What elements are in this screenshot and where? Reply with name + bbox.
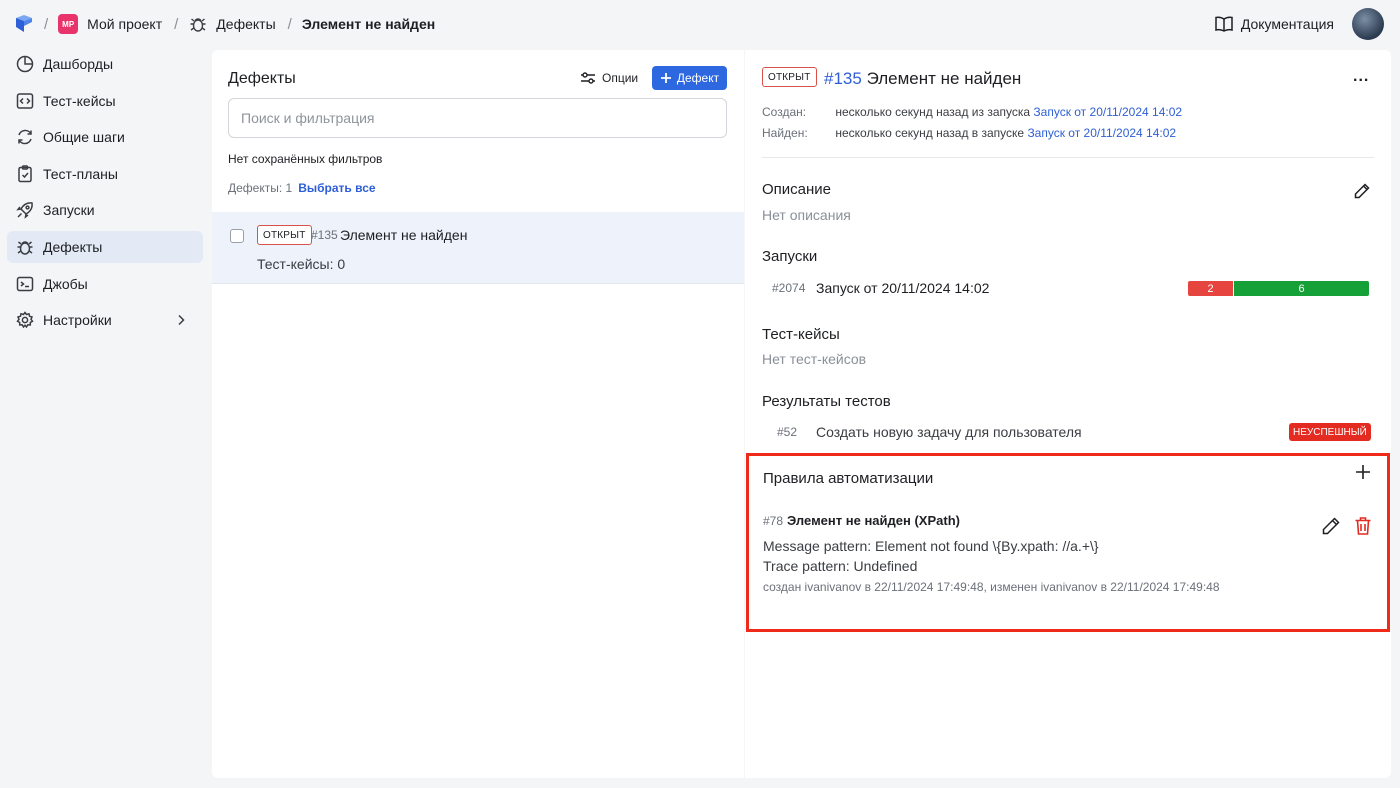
- documentation-label: Документация: [1240, 16, 1334, 32]
- code-icon: [15, 91, 35, 111]
- sidebar-item-label: Тест-кейсы: [43, 92, 116, 109]
- clipboard-icon: [15, 164, 35, 184]
- breadcrumb-defects[interactable]: Дефекты: [216, 16, 275, 32]
- row-checkbox[interactable]: [230, 229, 244, 243]
- saved-filters-empty: Нет сохранённых фильтров: [228, 152, 383, 166]
- terminal-icon: [15, 274, 35, 294]
- select-all-link[interactable]: Выбрать все: [298, 181, 375, 195]
- failed-count: 2: [1188, 281, 1233, 296]
- sidebar-item-label: Общие шаги: [43, 129, 125, 146]
- plus-icon: [660, 73, 671, 83]
- project-badge: MP: [58, 14, 79, 34]
- result-id: #52: [777, 425, 798, 439]
- breadcrumb: / MP Мой проект / Дефекты / Элемент не н…: [44, 0, 447, 48]
- book-icon: [1215, 16, 1233, 32]
- list-item[interactable]: ОТКРЫТ #135 Элемент не найден Тест-кейсы…: [212, 212, 744, 284]
- defect-testcases-count: Тест-кейсы: 0: [257, 256, 346, 272]
- created-meta: Создан: несколько секунд назад из запуск…: [762, 105, 1182, 119]
- sidebar: Дашборды Тест-кейсы Общие шаги Тест-план…: [0, 48, 210, 341]
- rocket-icon: [15, 200, 35, 220]
- chevron-right-icon: [178, 315, 185, 326]
- sidebar-item-settings[interactable]: Настройки: [7, 304, 203, 336]
- sidebar-item-label: Запуски: [43, 202, 95, 219]
- sliders-icon: [581, 72, 595, 84]
- defects-count: Дефекты: 1 Выбрать все: [228, 181, 376, 195]
- new-defect-label: Дефект: [676, 71, 720, 85]
- pencil-icon[interactable]: [1353, 182, 1371, 200]
- sidebar-item-shared-steps[interactable]: Общие шаги: [7, 121, 203, 153]
- passed-count: 6: [1233, 281, 1369, 296]
- breadcrumb-separator: /: [174, 15, 179, 33]
- search-input[interactable]: [228, 98, 727, 138]
- sidebar-item-test-cases[interactable]: Тест-кейсы: [7, 85, 203, 117]
- sidebar-item-jobs[interactable]: Джобы: [7, 268, 203, 300]
- avatar[interactable]: [1352, 8, 1384, 40]
- automation-rules-heading: Правила автоматизации: [763, 470, 934, 487]
- defects-count-label: Дефекты: 1: [228, 181, 293, 195]
- launch-id: #2074: [772, 281, 806, 295]
- new-defect-button[interactable]: Дефект: [652, 66, 727, 90]
- defect-title: Элемент не найден: [340, 227, 468, 243]
- sidebar-item-launches[interactable]: Запуски: [7, 194, 203, 226]
- options-button[interactable]: Опции: [580, 66, 638, 90]
- sidebar-item-label: Дефекты: [43, 238, 103, 255]
- description-empty: Нет описания: [762, 207, 851, 223]
- result-status-badge: НЕУСПЕШНЫЙ: [1289, 423, 1371, 441]
- launch-results-bar[interactable]: 2 6: [1188, 281, 1369, 296]
- refresh-icon: [15, 127, 35, 147]
- breadcrumb-current: Элемент не найден: [301, 16, 436, 32]
- result-title[interactable]: Создать новую задачу для пользователя: [816, 424, 1082, 440]
- status-badge: ОТКРЫТ: [762, 67, 817, 87]
- options-label: Опции: [602, 71, 639, 85]
- list-title: Дефекты: [228, 70, 296, 87]
- created-text: несколько секунд назад из запуска: [835, 105, 1031, 119]
- sidebar-item-label: Джобы: [43, 275, 88, 292]
- description-heading: Описание: [762, 181, 832, 198]
- launches-heading: Запуски: [762, 248, 818, 265]
- sidebar-item-label: Тест-планы: [43, 165, 118, 182]
- found-launch-link[interactable]: Запуск от 20/11/2024 14:02: [1027, 126, 1176, 140]
- pie-chart-icon: [15, 54, 35, 74]
- found-text: несколько секунд назад в запуске: [835, 126, 1025, 140]
- sidebar-item-defects[interactable]: Дефекты: [7, 230, 203, 263]
- sidebar-item-dashboards[interactable]: Дашборды: [7, 48, 203, 80]
- page-title: #135 Элемент не найден: [824, 69, 1021, 89]
- found-meta: Найден: несколько секунд назад в запуске…: [762, 126, 1176, 140]
- rule-trace-pattern: Trace pattern: Undefined: [763, 558, 918, 574]
- bug-icon: [15, 237, 35, 257]
- bug-icon: [188, 14, 208, 34]
- testcases-empty: Нет тест-кейсов: [762, 351, 867, 367]
- sidebar-item-label: Дашборды: [43, 56, 113, 72]
- rule-id: #78: [763, 514, 784, 528]
- results-heading: Результаты тестов: [762, 393, 891, 410]
- documentation-link[interactable]: Документация: [1214, 0, 1334, 48]
- rule-footer: создан ivanivanov в 22/11/2024 17:49:48,…: [763, 580, 1220, 594]
- app-logo-icon[interactable]: [14, 14, 34, 34]
- breadcrumb-separator: /: [287, 15, 292, 33]
- defect-id: #135: [311, 228, 338, 242]
- sidebar-item-test-plans[interactable]: Тест-планы: [7, 158, 203, 190]
- top-bar: / MP Мой проект / Дефекты / Элемент не н…: [0, 0, 1400, 48]
- more-menu-button[interactable]: ...: [1353, 68, 1369, 86]
- defect-id: #135: [824, 69, 862, 88]
- status-badge: ОТКРЫТ: [257, 225, 312, 245]
- gear-icon: [15, 310, 35, 330]
- divider: [762, 157, 1374, 158]
- sidebar-item-label: Настройки: [43, 312, 112, 329]
- testcases-heading: Тест-кейсы: [762, 326, 840, 343]
- created-launch-link[interactable]: Запуск от 20/11/2024 14:02: [1033, 105, 1182, 119]
- edit-rule-icon[interactable]: [1321, 516, 1341, 536]
- add-rule-icon[interactable]: [1353, 462, 1373, 482]
- delete-rule-icon[interactable]: [1354, 516, 1372, 536]
- breadcrumb-project[interactable]: Мой проект: [87, 16, 162, 32]
- defect-detail-panel: ОТКРЫТ #135 Элемент не найден ... Создан…: [745, 50, 1391, 778]
- created-label: Создан:: [762, 105, 807, 119]
- breadcrumb-separator: /: [44, 15, 49, 33]
- rule-title: Элемент не найден (XPath): [787, 513, 960, 528]
- rule-message-pattern: Message pattern: Element not found \{By.…: [763, 538, 1099, 554]
- launch-title[interactable]: Запуск от 20/11/2024 14:02: [816, 280, 989, 296]
- defects-list-panel: Дефекты Опции Дефект Нет сохранённых фил…: [212, 50, 744, 778]
- found-label: Найден:: [762, 126, 808, 140]
- defect-title: Элемент не найден: [866, 69, 1022, 88]
